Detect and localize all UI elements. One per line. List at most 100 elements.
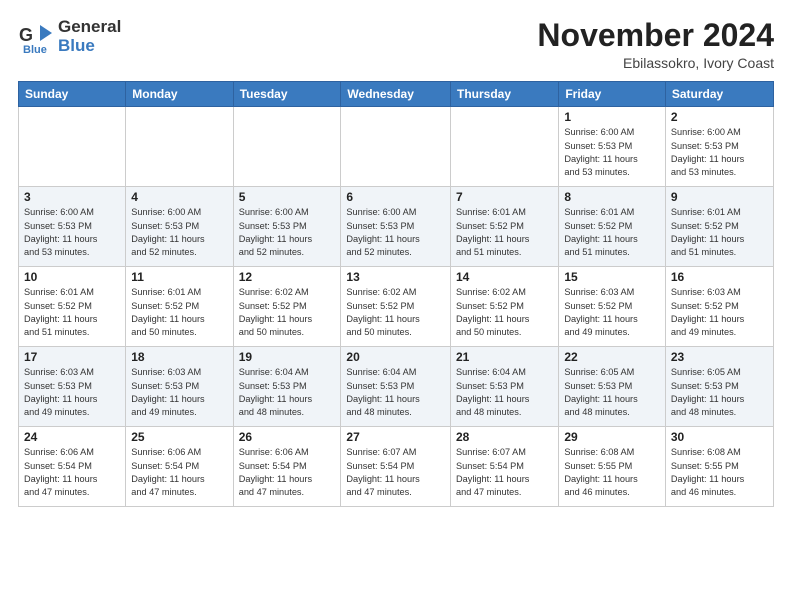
- calendar-cell: 7Sunrise: 6:01 AM Sunset: 5:52 PM Daylig…: [451, 187, 559, 267]
- day-info: Sunrise: 6:02 AM Sunset: 5:52 PM Dayligh…: [346, 286, 445, 339]
- day-info: Sunrise: 6:04 AM Sunset: 5:53 PM Dayligh…: [346, 366, 445, 419]
- day-number: 19: [239, 350, 336, 364]
- calendar-cell: [126, 107, 233, 187]
- day-number: 26: [239, 430, 336, 444]
- week-row-5: 24Sunrise: 6:06 AM Sunset: 5:54 PM Dayli…: [19, 427, 774, 507]
- calendar-cell: 6 Sunrise: 6:00 AM Sunset: 5:53 PM Daylig…: [341, 187, 451, 267]
- day-info: Sunrise: 6:01 AM Sunset: 5:52 PM Dayligh…: [564, 206, 660, 259]
- day-info: Sunrise: 6:01 AM Sunset: 5:52 PM Dayligh…: [24, 286, 120, 339]
- calendar-cell: 22 Sunrise: 6:05 AM Sunset: 5:53 PM Dayli…: [559, 347, 666, 427]
- day-info: Sunrise: 6:07 AM Sunset: 5:54 PM Dayligh…: [456, 446, 553, 499]
- day-number: 6: [346, 190, 445, 204]
- day-number: 13: [346, 270, 445, 284]
- location: Ebilassokro, Ivory Coast: [537, 55, 774, 71]
- calendar-cell: 1Sunrise: 6:00 AM Sunset: 5:53 PM Daylig…: [559, 107, 666, 187]
- day-number: 15: [564, 270, 660, 284]
- day-info: Sunrise: 6:00 AM Sunset: 5:53 PM Dayligh…: [346, 206, 445, 259]
- calendar-cell: 12 Sunrise: 6:02 AM Sunset: 5:52 PM Dayli…: [233, 267, 341, 347]
- day-number: 27: [346, 430, 445, 444]
- calendar-cell: 10 Sunrise: 6:01 AM Sunset: 5:52 PM Dayli…: [19, 267, 126, 347]
- calendar-cell: 29Sunrise: 6:08 AM Sunset: 5:55 PM Dayli…: [559, 427, 666, 507]
- title-block: November 2024 Ebilassokro, Ivory Coast: [537, 18, 774, 71]
- week-row-2: 3Sunrise: 6:00 AM Sunset: 5:53 PM Daylig…: [19, 187, 774, 267]
- day-info: Sunrise: 6:03 AM Sunset: 5:52 PM Dayligh…: [671, 286, 768, 339]
- col-monday: Monday: [126, 82, 233, 107]
- col-wednesday: Wednesday: [341, 82, 451, 107]
- day-info: Sunrise: 6:02 AM Sunset: 5:52 PM Dayligh…: [456, 286, 553, 339]
- logo-blue: Blue: [58, 37, 121, 56]
- calendar-cell: 27 Sunrise: 6:07 AM Sunset: 5:54 PM Dayli…: [341, 427, 451, 507]
- calendar-cell: 5 Sunrise: 6:00 AM Sunset: 5:53 PM Daylig…: [233, 187, 341, 267]
- day-info: Sunrise: 6:04 AM Sunset: 5:53 PM Dayligh…: [239, 366, 336, 419]
- week-row-3: 10 Sunrise: 6:01 AM Sunset: 5:52 PM Dayli…: [19, 267, 774, 347]
- calendar-cell: 21 Sunrise: 6:04 AM Sunset: 5:53 PM Dayli…: [451, 347, 559, 427]
- day-info: Sunrise: 6:05 AM Sunset: 5:53 PM Dayligh…: [564, 366, 660, 419]
- day-info: Sunrise: 6:03 AM Sunset: 5:53 PM Dayligh…: [24, 366, 120, 419]
- day-number: 22: [564, 350, 660, 364]
- day-number: 17: [24, 350, 120, 364]
- calendar-cell: 14 Sunrise: 6:02 AM Sunset: 5:52 PM Dayli…: [451, 267, 559, 347]
- calendar-cell: 18 Sunrise: 6:03 AM Sunset: 5:53 PM Dayli…: [126, 347, 233, 427]
- day-info: Sunrise: 6:06 AM Sunset: 5:54 PM Dayligh…: [131, 446, 227, 499]
- day-info: Sunrise: 6:00 AM Sunset: 5:53 PM Dayligh…: [671, 126, 768, 179]
- day-number: 18: [131, 350, 227, 364]
- calendar-cell: 20 Sunrise: 6:04 AM Sunset: 5:53 PM Dayli…: [341, 347, 451, 427]
- day-info: Sunrise: 6:00 AM Sunset: 5:53 PM Dayligh…: [24, 206, 120, 259]
- day-number: 4: [131, 190, 227, 204]
- svg-text:Blue: Blue: [23, 44, 47, 55]
- month-title: November 2024: [537, 18, 774, 53]
- calendar-cell: 8 Sunrise: 6:01 AM Sunset: 5:52 PM Daylig…: [559, 187, 666, 267]
- col-sunday: Sunday: [19, 82, 126, 107]
- week-row-1: 1Sunrise: 6:00 AM Sunset: 5:53 PM Daylig…: [19, 107, 774, 187]
- calendar-cell: 23Sunrise: 6:05 AM Sunset: 5:53 PM Dayli…: [665, 347, 773, 427]
- calendar-cell: 19 Sunrise: 6:04 AM Sunset: 5:53 PM Dayli…: [233, 347, 341, 427]
- calendar-cell: 3Sunrise: 6:00 AM Sunset: 5:53 PM Daylig…: [19, 187, 126, 267]
- day-info: Sunrise: 6:06 AM Sunset: 5:54 PM Dayligh…: [239, 446, 336, 499]
- day-info: Sunrise: 6:04 AM Sunset: 5:53 PM Dayligh…: [456, 366, 553, 419]
- logo-text: General Blue: [58, 18, 121, 55]
- day-info: Sunrise: 6:00 AM Sunset: 5:53 PM Dayligh…: [239, 206, 336, 259]
- day-info: Sunrise: 6:03 AM Sunset: 5:52 PM Dayligh…: [564, 286, 660, 339]
- calendar-cell: 2Sunrise: 6:00 AM Sunset: 5:53 PM Daylig…: [665, 107, 773, 187]
- day-number: 8: [564, 190, 660, 204]
- calendar-cell: 26 Sunrise: 6:06 AM Sunset: 5:54 PM Dayli…: [233, 427, 341, 507]
- day-number: 16: [671, 270, 768, 284]
- day-info: Sunrise: 6:00 AM Sunset: 5:53 PM Dayligh…: [564, 126, 660, 179]
- col-friday: Friday: [559, 82, 666, 107]
- day-info: Sunrise: 6:03 AM Sunset: 5:53 PM Dayligh…: [131, 366, 227, 419]
- calendar: Sunday Monday Tuesday Wednesday Thursday…: [18, 81, 774, 507]
- calendar-cell: 24Sunrise: 6:06 AM Sunset: 5:54 PM Dayli…: [19, 427, 126, 507]
- calendar-cell: 15 Sunrise: 6:03 AM Sunset: 5:52 PM Dayli…: [559, 267, 666, 347]
- page: G Blue General Blue November 2024 Ebilas…: [0, 0, 792, 521]
- col-saturday: Saturday: [665, 82, 773, 107]
- day-number: 14: [456, 270, 553, 284]
- day-info: Sunrise: 6:06 AM Sunset: 5:54 PM Dayligh…: [24, 446, 120, 499]
- calendar-cell: 13 Sunrise: 6:02 AM Sunset: 5:52 PM Dayli…: [341, 267, 451, 347]
- day-number: 20: [346, 350, 445, 364]
- day-number: 11: [131, 270, 227, 284]
- day-number: 21: [456, 350, 553, 364]
- day-info: Sunrise: 6:01 AM Sunset: 5:52 PM Dayligh…: [456, 206, 553, 259]
- day-number: 5: [239, 190, 336, 204]
- calendar-cell: 25 Sunrise: 6:06 AM Sunset: 5:54 PM Dayli…: [126, 427, 233, 507]
- day-info: Sunrise: 6:05 AM Sunset: 5:53 PM Dayligh…: [671, 366, 768, 419]
- day-number: 12: [239, 270, 336, 284]
- day-number: 29: [564, 430, 660, 444]
- day-number: 30: [671, 430, 768, 444]
- logo-icon: G Blue: [18, 19, 54, 55]
- calendar-cell: [451, 107, 559, 187]
- col-thursday: Thursday: [451, 82, 559, 107]
- day-info: Sunrise: 6:00 AM Sunset: 5:53 PM Dayligh…: [131, 206, 227, 259]
- calendar-cell: 4 Sunrise: 6:00 AM Sunset: 5:53 PM Daylig…: [126, 187, 233, 267]
- calendar-cell: 9Sunrise: 6:01 AM Sunset: 5:52 PM Daylig…: [665, 187, 773, 267]
- calendar-cell: [341, 107, 451, 187]
- col-tuesday: Tuesday: [233, 82, 341, 107]
- day-info: Sunrise: 6:07 AM Sunset: 5:54 PM Dayligh…: [346, 446, 445, 499]
- day-number: 25: [131, 430, 227, 444]
- logo: G Blue General Blue: [18, 18, 121, 55]
- day-number: 10: [24, 270, 120, 284]
- day-number: 9: [671, 190, 768, 204]
- day-info: Sunrise: 6:02 AM Sunset: 5:52 PM Dayligh…: [239, 286, 336, 339]
- day-number: 28: [456, 430, 553, 444]
- calendar-cell: 30Sunrise: 6:08 AM Sunset: 5:55 PM Dayli…: [665, 427, 773, 507]
